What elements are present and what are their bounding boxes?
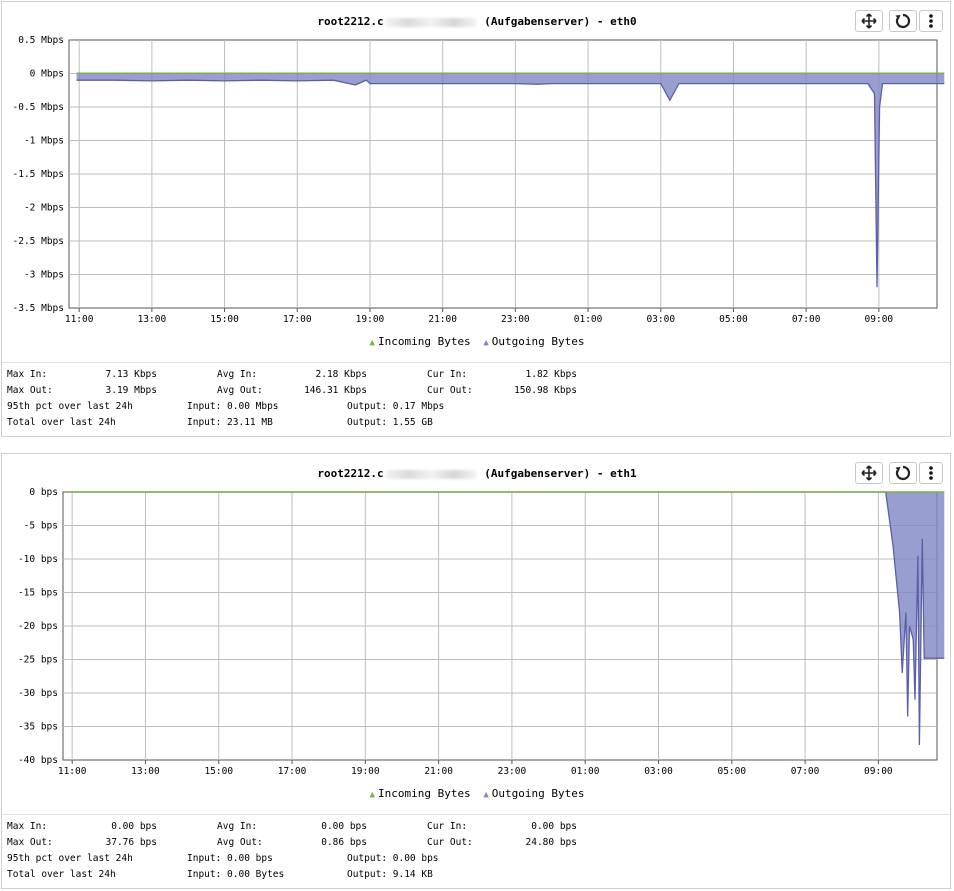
x-tick-label: 09:00	[864, 766, 893, 777]
y-tick-label: -1 Mbps	[24, 136, 64, 147]
x-tick-label: 03:00	[644, 766, 673, 777]
x-tick-label: 21:00	[428, 314, 457, 325]
x-tick-label: 13:00	[138, 314, 167, 325]
x-tick-label: 05:00	[717, 766, 746, 777]
outgoing-legend-marker: ▲	[483, 338, 489, 348]
legend-incoming: Incoming Bytes	[377, 335, 471, 348]
graph-panel-eth1: root2212.c (Aufgabenserver) - eth1 0 bps…	[1, 453, 951, 889]
y-tick-label: -30 bps	[18, 688, 58, 699]
x-tick-label: 07:00	[792, 314, 821, 325]
x-tick-label: 23:00	[501, 314, 530, 325]
x-tick-label: 07:00	[791, 766, 820, 777]
chart-legend: ▲ Incoming Bytes ▲ Outgoing Bytes	[2, 787, 952, 800]
y-tick-label: 0 Mbps	[30, 69, 64, 80]
y-tick-label: -10 bps	[18, 554, 58, 565]
x-tick-label: 23:00	[498, 766, 527, 777]
y-tick-label: -40 bps	[18, 755, 58, 766]
y-tick-label: -25 bps	[18, 655, 58, 666]
y-tick-label: 0.5 Mbps	[18, 35, 64, 46]
x-tick-label: 03:00	[646, 314, 675, 325]
graph-panel-eth0: root2212.c (Aufgabenserver) - eth0 0.5 M…	[1, 1, 951, 437]
y-tick-label: -1.5 Mbps	[13, 169, 64, 180]
incoming-legend-marker: ▲	[369, 338, 375, 348]
legend-outgoing: Outgoing Bytes	[491, 787, 585, 800]
y-tick-label: -0.5 Mbps	[13, 102, 64, 113]
x-tick-label: 09:00	[865, 314, 894, 325]
y-tick-label: -5 bps	[24, 521, 58, 532]
x-tick-label: 01:00	[574, 314, 603, 325]
traffic-chart-eth0: 0.5 Mbps 0 Mbps -0.5 Mbps -1 Mbps -1.5 Mbps -…	[13, 35, 945, 325]
traffic-chart-eth1: 0 bps -5 bps -10 bps -15 bps -20 bps -25 bps -…	[18, 487, 945, 777]
x-tick-label: 05:00	[719, 314, 748, 325]
x-tick-label: 19:00	[351, 766, 380, 777]
outgoing-legend-marker: ▲	[483, 790, 489, 800]
y-tick-label: -2 Mbps	[24, 203, 64, 214]
y-tick-label: -2.5 Mbps	[13, 236, 64, 247]
x-tick-label: 17:00	[283, 314, 312, 325]
y-tick-label: -3 Mbps	[24, 270, 64, 281]
x-tick-label: 13:00	[131, 766, 160, 777]
y-tick-label: -20 bps	[18, 621, 58, 632]
y-tick-label: -3.5 Mbps	[13, 303, 64, 314]
legend-incoming: Incoming Bytes	[377, 787, 471, 800]
x-tick-label: 11:00	[65, 314, 94, 325]
incoming-legend-marker: ▲	[369, 790, 375, 800]
y-tick-label: -15 bps	[18, 588, 58, 599]
x-tick-label: 15:00	[204, 766, 233, 777]
divider	[2, 814, 950, 815]
y-tick-label: 0 bps	[29, 487, 58, 498]
x-tick-label: 19:00	[356, 314, 385, 325]
x-tick-label: 21:00	[424, 766, 453, 777]
chart-legend: ▲ Incoming Bytes ▲ Outgoing Bytes	[2, 335, 952, 348]
y-tick-label: -35 bps	[18, 722, 58, 733]
x-tick-label: 17:00	[278, 766, 307, 777]
x-tick-label: 15:00	[210, 314, 239, 325]
divider	[2, 362, 950, 363]
x-tick-label: 11:00	[58, 766, 87, 777]
x-tick-label: 01:00	[571, 766, 600, 777]
legend-outgoing: Outgoing Bytes	[491, 335, 585, 348]
